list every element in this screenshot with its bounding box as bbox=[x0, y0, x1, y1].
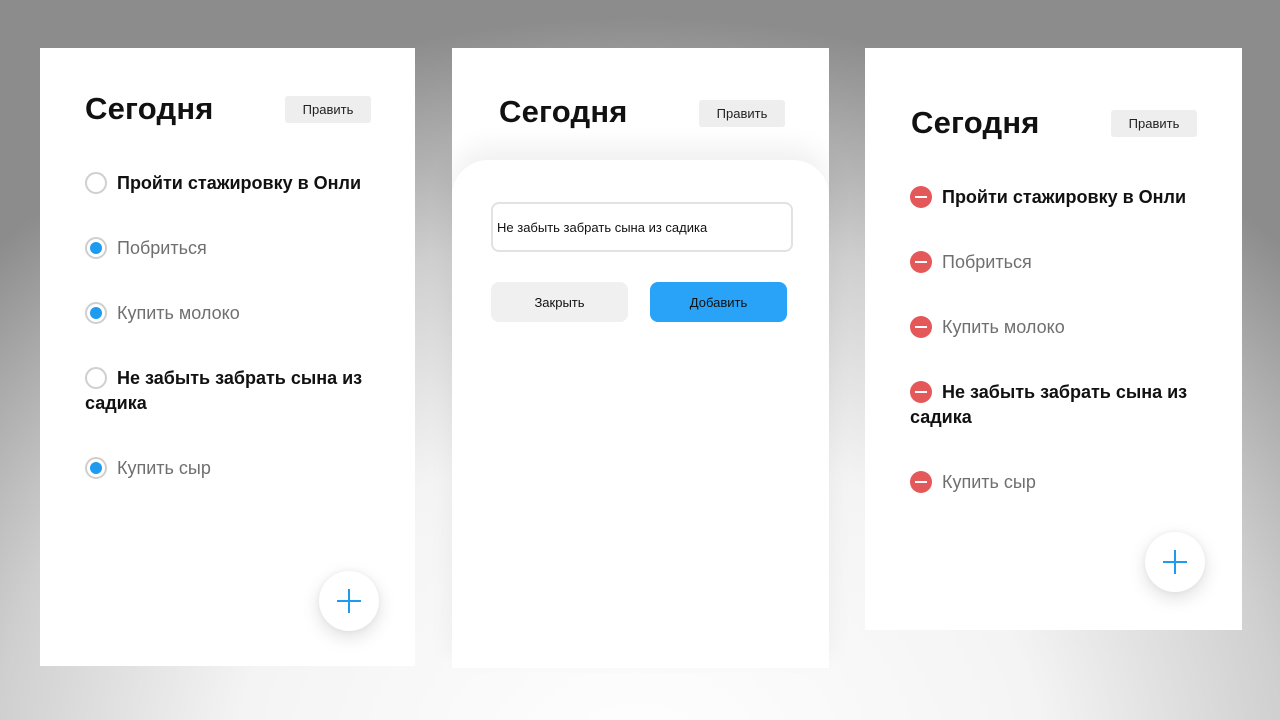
remove-circle-icon[interactable] bbox=[910, 471, 932, 493]
radio-unchecked-icon[interactable] bbox=[85, 367, 107, 389]
task-text: Купить молоко bbox=[942, 317, 1065, 337]
add-button[interactable]: Добавить bbox=[650, 282, 787, 322]
task-text: Купить молоко bbox=[117, 303, 240, 323]
remove-circle-icon[interactable] bbox=[910, 251, 932, 273]
add-task-sheet: Закрыть Добавить bbox=[452, 160, 829, 668]
todo-screen-edit: Сегодня Править Пройти стажировку в Онли… bbox=[865, 48, 1242, 630]
page-title: Сегодня bbox=[85, 91, 214, 126]
task-text: Не забыть забрать сына из садика bbox=[910, 382, 1188, 427]
todo-screen-add: Сегодня Править Закрыть Добавить bbox=[452, 48, 829, 668]
add-task-button[interactable] bbox=[1145, 532, 1205, 592]
list-item: Побриться bbox=[910, 250, 1200, 275]
task-text: Пройти стажировку в Онли bbox=[117, 173, 362, 193]
remove-circle-icon[interactable] bbox=[910, 381, 932, 403]
task-input[interactable] bbox=[491, 202, 793, 252]
list-item: Купить молоко bbox=[910, 315, 1200, 340]
list-item[interactable]: Пройти стажировку в Онли bbox=[85, 171, 375, 196]
radio-checked-icon[interactable] bbox=[85, 302, 107, 324]
list-item: Купить сыр bbox=[910, 470, 1200, 495]
page-title: Сегодня bbox=[911, 105, 1040, 140]
task-text: Не забыть забрать сына из садика bbox=[85, 368, 363, 413]
task-text: Купить сыр bbox=[117, 458, 211, 478]
remove-circle-icon[interactable] bbox=[910, 186, 932, 208]
task-text: Побриться bbox=[117, 238, 207, 258]
list-item: Не забыть забрать сына из садика bbox=[910, 380, 1200, 430]
add-task-button[interactable] bbox=[319, 571, 379, 631]
list-item[interactable]: Купить сыр bbox=[85, 456, 375, 481]
task-text: Купить сыр bbox=[942, 472, 1036, 492]
task-text: Побриться bbox=[942, 252, 1032, 272]
close-button[interactable]: Закрыть bbox=[491, 282, 628, 322]
edit-button[interactable]: Править bbox=[1111, 110, 1197, 137]
list-item[interactable]: Не забыть забрать сына из садика bbox=[85, 366, 375, 416]
todo-screen-list: Сегодня Править Пройти стажировку в Онли… bbox=[40, 48, 415, 666]
list-item[interactable]: Побриться bbox=[85, 236, 375, 261]
edit-button[interactable]: Править bbox=[699, 100, 785, 127]
list-item: Пройти стажировку в Онли bbox=[910, 185, 1200, 210]
edit-button[interactable]: Править bbox=[285, 96, 371, 123]
radio-checked-icon[interactable] bbox=[85, 457, 107, 479]
radio-unchecked-icon[interactable] bbox=[85, 172, 107, 194]
remove-circle-icon[interactable] bbox=[910, 316, 932, 338]
radio-checked-icon[interactable] bbox=[85, 237, 107, 259]
list-item[interactable]: Купить молоко bbox=[85, 301, 375, 326]
page-title: Сегодня bbox=[499, 94, 628, 129]
task-text: Пройти стажировку в Онли bbox=[942, 187, 1187, 207]
